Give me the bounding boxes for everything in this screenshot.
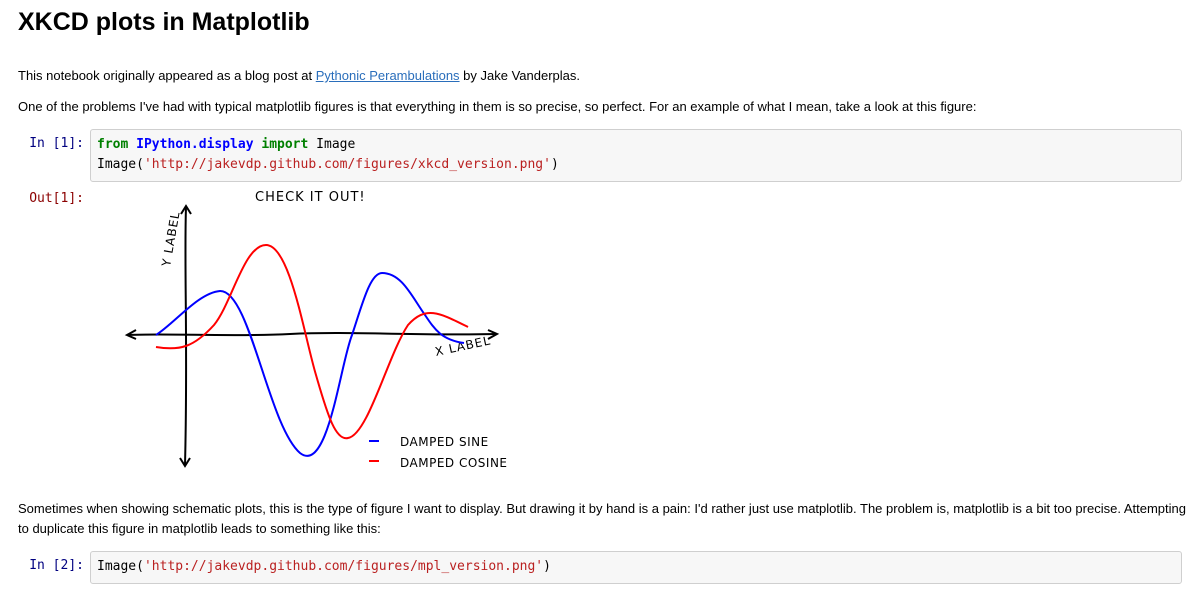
damped-sine-line (155, 271, 465, 457)
keyword-import: import (261, 137, 309, 152)
legend-label-sine: DAMPED SINE (400, 435, 489, 449)
input-prompt-2: In [2]: (29, 558, 84, 573)
url-string-2: 'http://jakevdp.github.com/figures/mpl_v… (143, 559, 544, 574)
intro-prefix: This notebook originally appeared as a b… (18, 68, 316, 83)
call-name-2: Image( (97, 559, 144, 574)
output-prompt-1: Out[1]: (29, 191, 84, 206)
figure-title: CHECK IT OUT! (255, 190, 366, 205)
page-title: XKCD plots in Matplotlib (18, 8, 310, 36)
y-axis-line (184, 206, 188, 466)
keyword-from: from (97, 137, 129, 152)
intro-suffix: by Jake Vanderplas. (459, 68, 581, 83)
input-prompt-1: In [1]: (29, 136, 84, 151)
x-axis-label: X LABEL (434, 333, 492, 358)
damped-cosine-line (155, 243, 469, 440)
schematic-paragraph: Sometimes when showing schematic plots, … (18, 501, 1186, 536)
url-string: 'http://jakevdp.github.com/figures/xkcd_… (143, 157, 551, 172)
call-name: Image( (97, 157, 144, 172)
import-name: Image (316, 137, 356, 152)
xkcd-figure: CHECK IT OUT! X LABEL Y LABEL DAMPED SIN… (90, 185, 550, 485)
module-name: IPython.display (136, 137, 254, 152)
legend-label-cosine: DAMPED COSINE (400, 456, 508, 470)
y-axis-label: Y LABEL (159, 210, 183, 268)
code-cell-2[interactable]: Image('http://jakevdp.github.com/figures… (90, 551, 1182, 584)
problem-paragraph: One of the problems I've had with typica… (18, 99, 977, 114)
call-close-2: ) (543, 559, 551, 574)
intro-paragraph: This notebook originally appeared as a b… (18, 66, 580, 86)
blog-link[interactable]: Pythonic Perambulations (316, 68, 460, 83)
code-cell-1[interactable]: from IPython.display import Image Image(… (90, 129, 1182, 182)
call-close: ) (550, 157, 559, 172)
